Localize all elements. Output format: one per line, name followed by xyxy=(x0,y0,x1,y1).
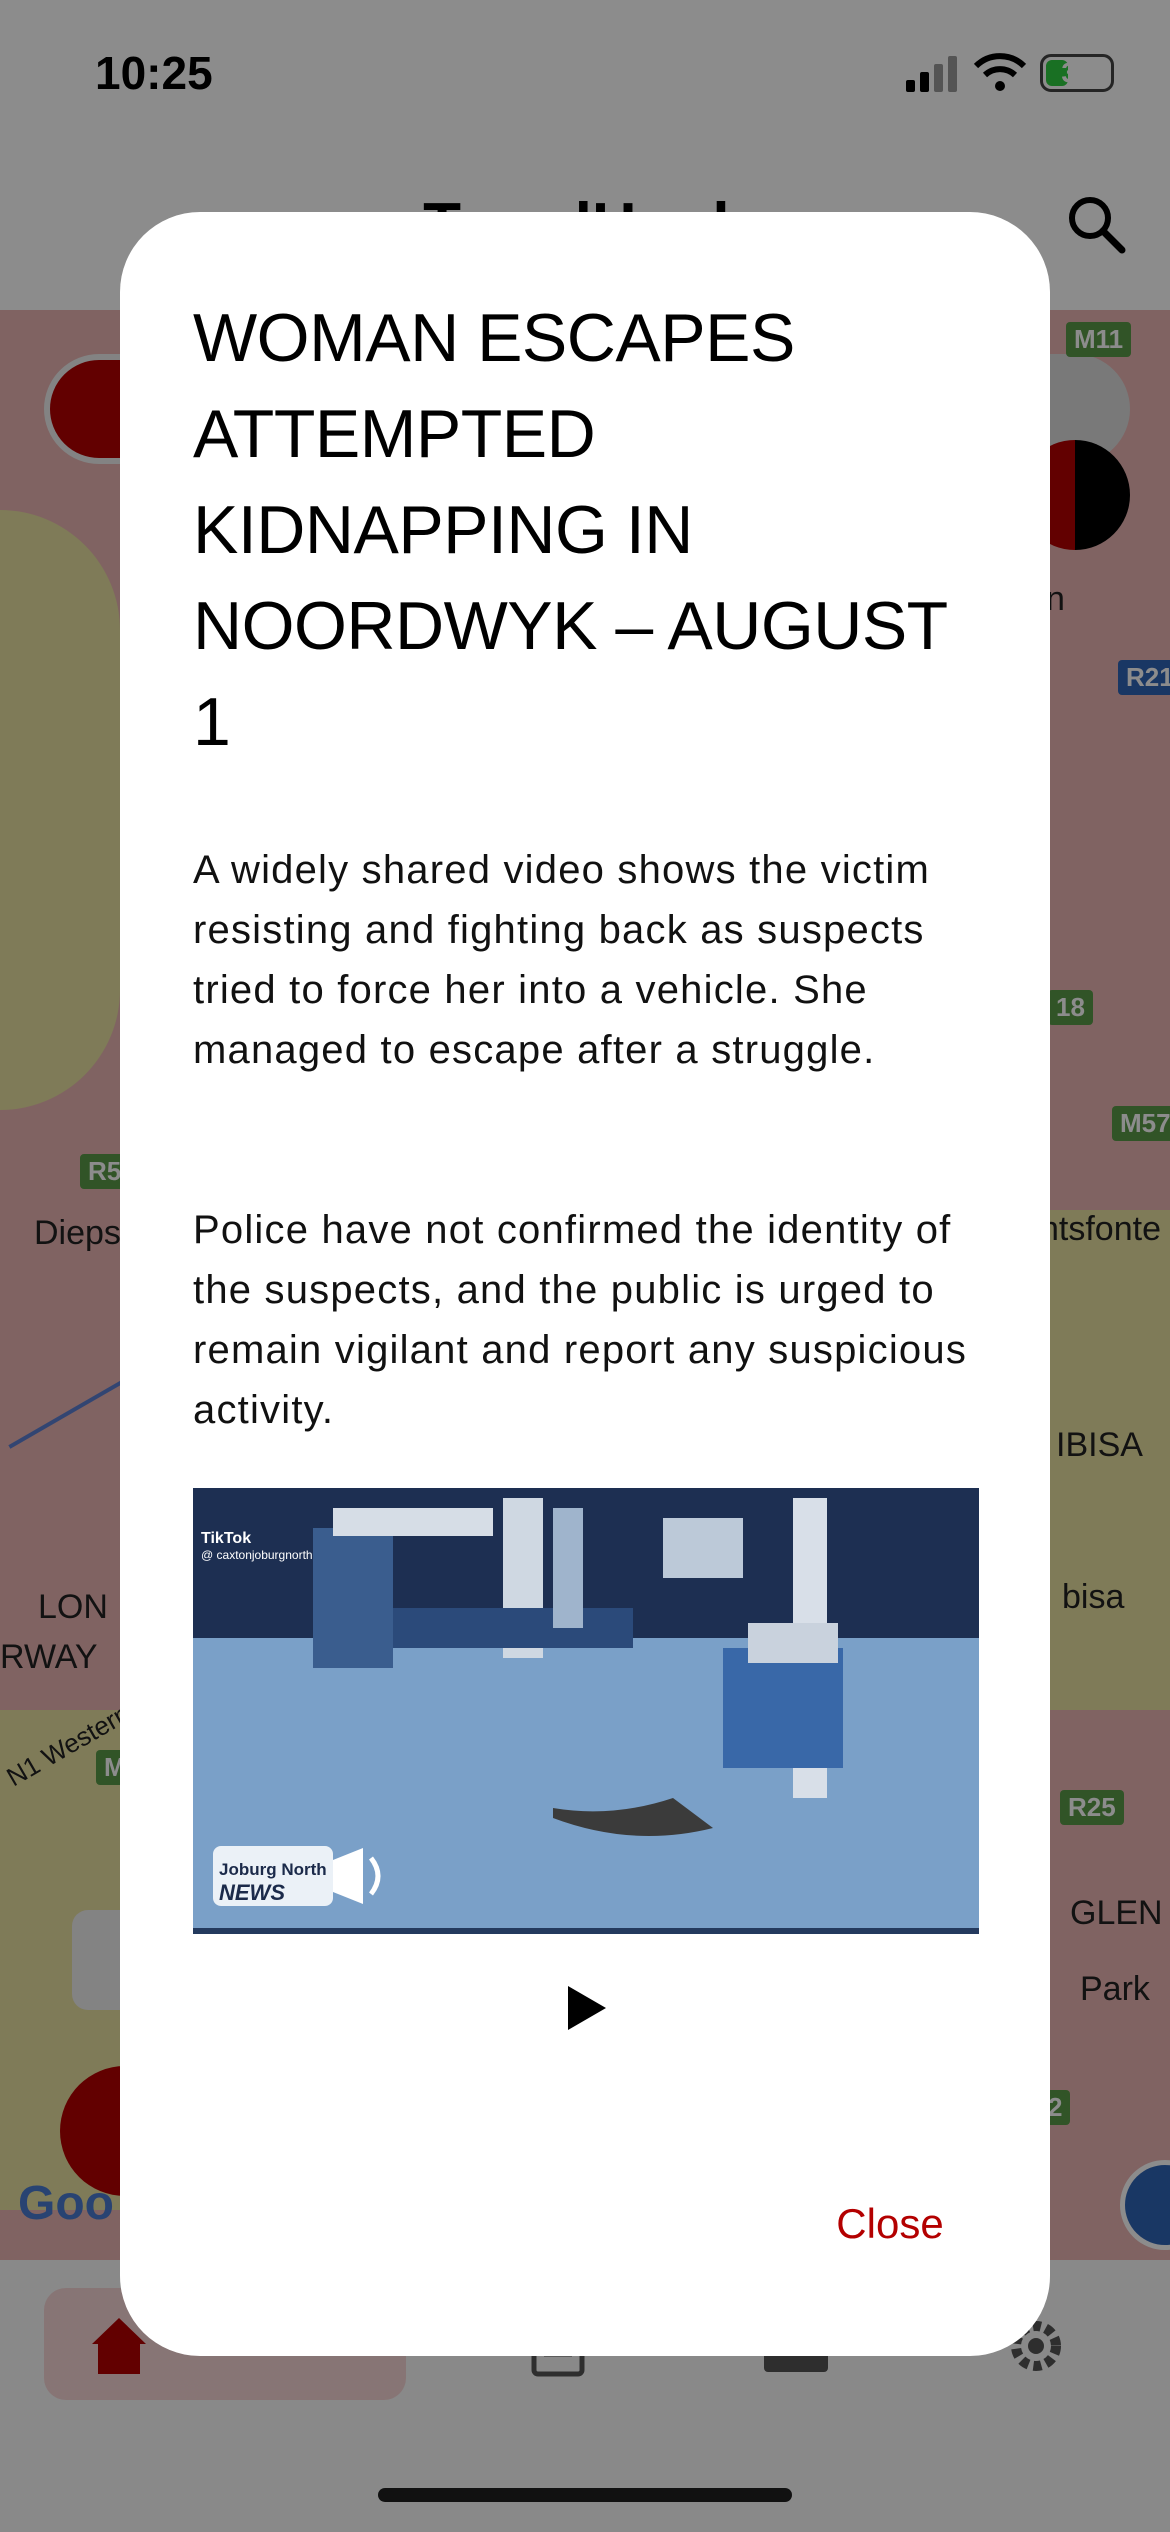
news-modal: WOMAN ESCAPES ATTEMPTED KIDNAPPING IN NO… xyxy=(120,212,1050,2356)
news-logo-line-1: Joburg North xyxy=(219,1860,327,1879)
video-thumbnail[interactable]: TikTok @ caxtonjoburgnorth Joburg North … xyxy=(193,1488,979,1934)
modal-paragraph-2: Police have not confirmed the identity o… xyxy=(193,1208,968,1432)
modal-title: WOMAN ESCAPES ATTEMPTED KIDNAPPING IN NO… xyxy=(193,300,947,760)
news-logo-line-2: NEWS xyxy=(219,1880,285,1905)
play-icon[interactable] xyxy=(560,1982,612,2034)
tiktok-label: TikTok xyxy=(201,1530,252,1547)
home-indicator[interactable] xyxy=(378,2488,792,2502)
close-button[interactable]: Close xyxy=(800,2184,980,2264)
modal-paragraph-1: A widely shared video shows the victim r… xyxy=(193,848,931,1072)
tiktok-handle: @ caxtonjoburgnorth xyxy=(201,1548,313,1562)
